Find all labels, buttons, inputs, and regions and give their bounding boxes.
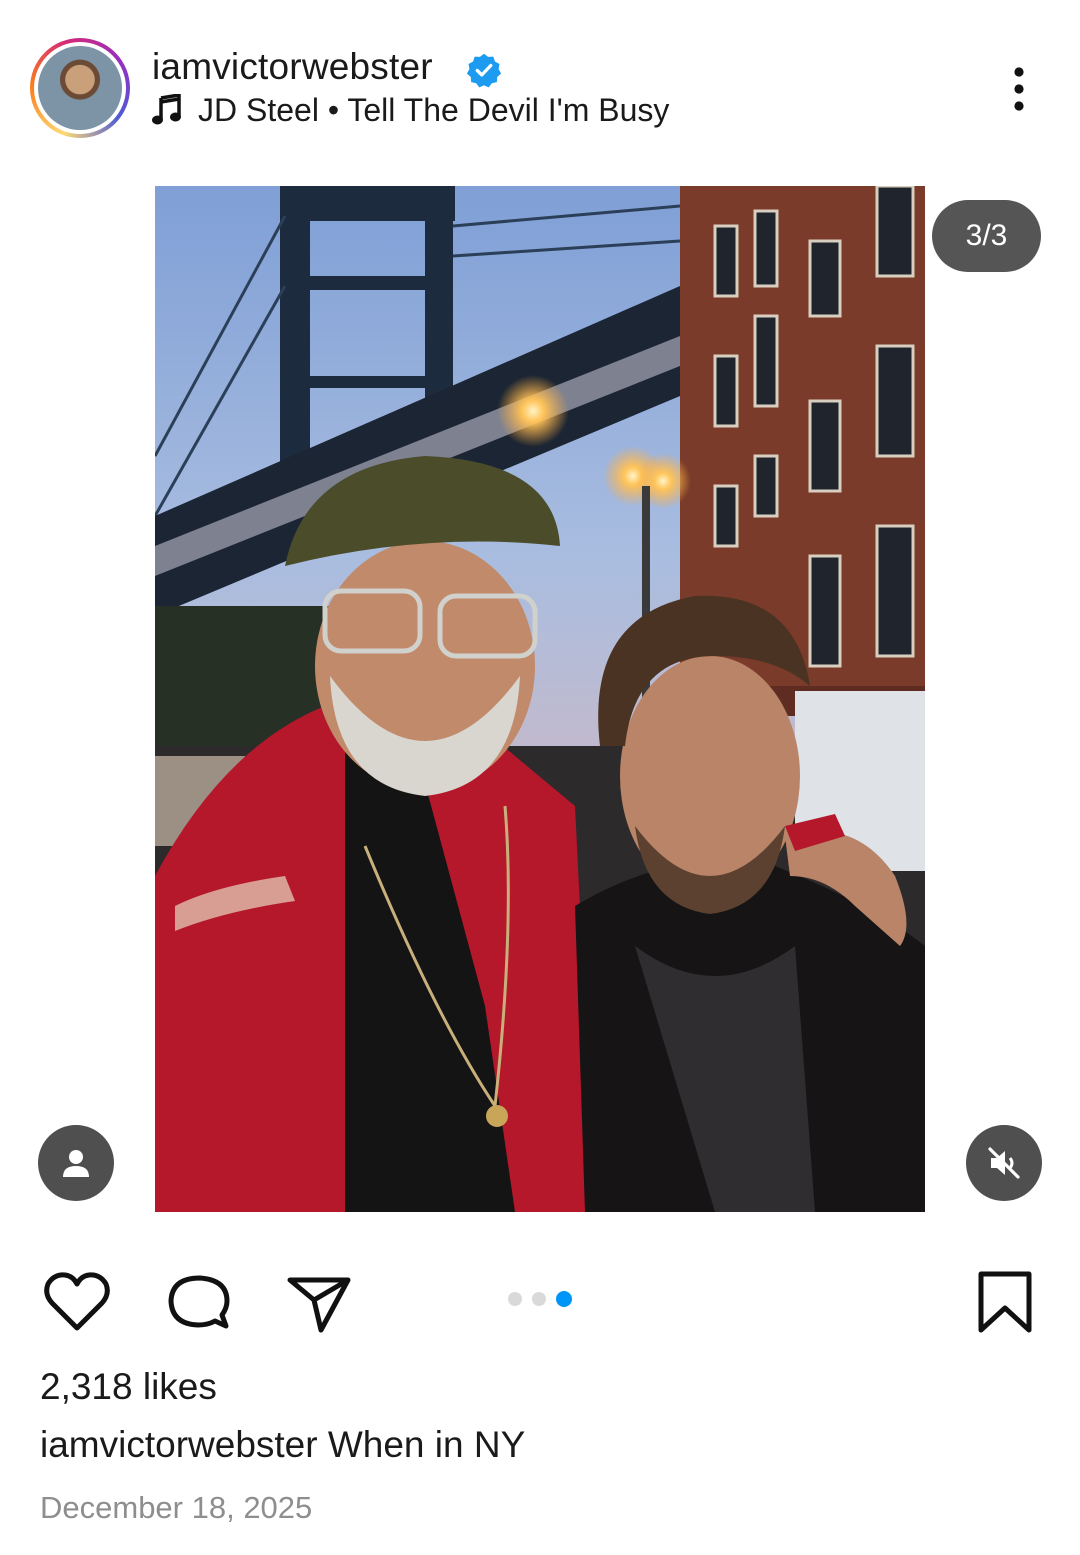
tagged-people-button[interactable] <box>38 1125 114 1201</box>
carousel-dot <box>532 1292 546 1306</box>
person-tag-icon <box>63 1150 89 1177</box>
carousel-indicator <box>508 1291 572 1307</box>
verified-badge-icon <box>466 53 502 88</box>
mute-button[interactable] <box>966 1125 1042 1201</box>
heart-icon[interactable] <box>42 1268 112 1338</box>
caption-text: When in NY <box>317 1424 526 1465</box>
post-date: December 18, 2025 <box>40 1490 313 1525</box>
profile-picture <box>38 46 122 130</box>
like-count[interactable]: 2,318 likes <box>40 1366 217 1408</box>
music-note-icon <box>152 94 181 125</box>
comment-bubble-icon[interactable] <box>164 1268 234 1338</box>
caption-username[interactable]: iamvictorwebster <box>40 1424 318 1465</box>
paper-plane-icon[interactable] <box>284 1268 354 1338</box>
more-vertical-icon[interactable] <box>1004 66 1034 112</box>
instagram-post: iamvictorwebster JD Steel • Tell The Dev… <box>0 0 1080 1555</box>
photo-illustration <box>155 186 925 1212</box>
post-photo[interactable] <box>155 186 925 1212</box>
muted-speaker-icon <box>988 1147 1020 1179</box>
caption: iamvictorwebster When in NY <box>40 1424 525 1466</box>
carousel-counter: 3/3 <box>932 200 1041 272</box>
post-username[interactable]: iamvictorwebster <box>152 46 433 88</box>
carousel-dot-active <box>556 1291 572 1307</box>
avatar[interactable] <box>30 38 130 138</box>
bookmark-icon[interactable] <box>970 1268 1040 1338</box>
audio-track-link[interactable]: JD Steel • Tell The Devil I'm Busy <box>198 92 669 129</box>
carousel-dot <box>508 1292 522 1306</box>
